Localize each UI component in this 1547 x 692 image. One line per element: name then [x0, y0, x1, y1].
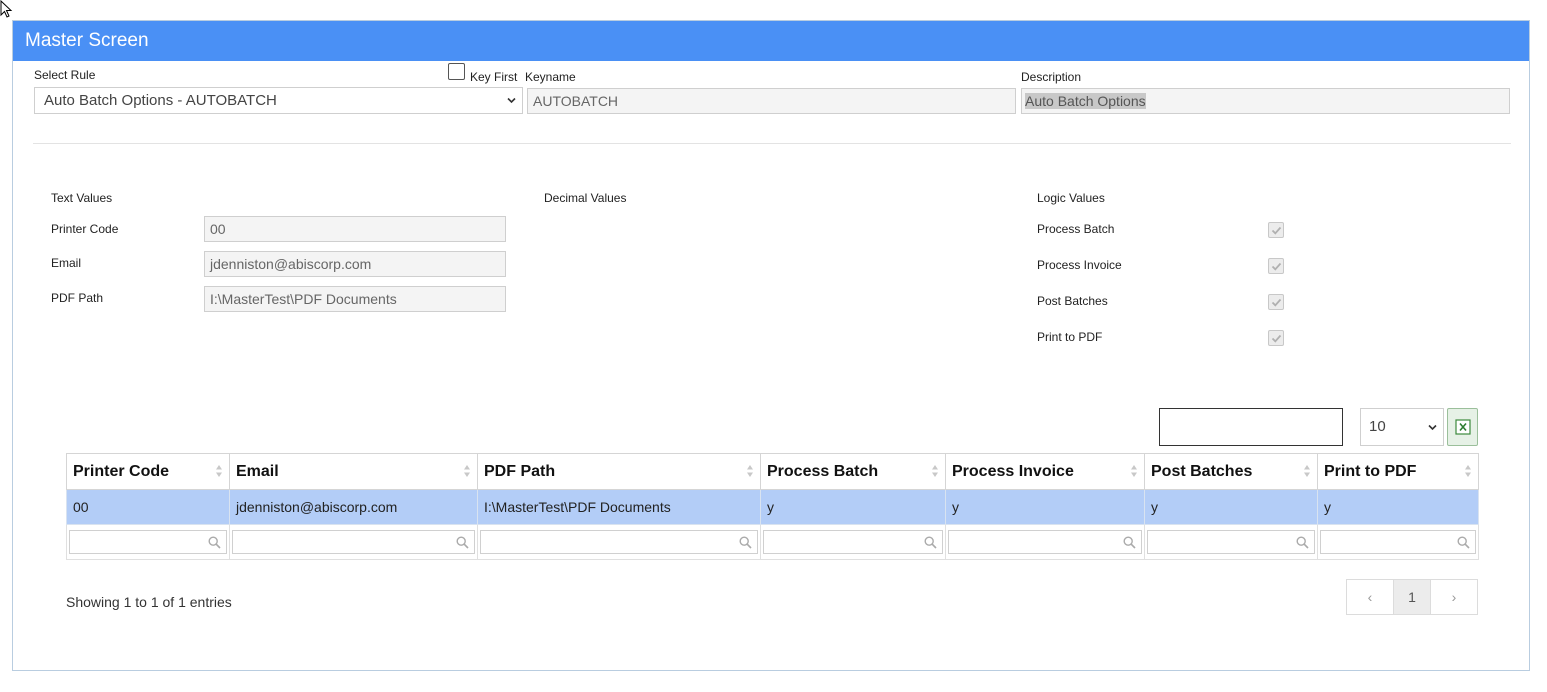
pdf-path-field[interactable]: I:\MasterTest\PDF Documents — [204, 286, 506, 312]
column-filter-input[interactable] — [480, 530, 758, 554]
email-label: Email — [51, 256, 82, 270]
column-header-pdf-path[interactable]: PDF Path — [477, 453, 761, 490]
pagination-next-button[interactable]: › — [1431, 580, 1477, 614]
checkmark-icon — [1271, 262, 1282, 271]
select-rule-label: Select Rule — [34, 68, 96, 82]
divider — [33, 143, 1511, 144]
print-to-pdf-checkbox[interactable] — [1268, 330, 1284, 346]
filter-row — [66, 524, 1479, 560]
key-first-label: Key First — [470, 70, 518, 84]
table-cell: y — [760, 489, 946, 525]
table-cell: y — [1317, 489, 1479, 525]
excel-icon — [1455, 419, 1471, 435]
chevron-down-icon — [507, 97, 516, 104]
sort-icon — [216, 465, 222, 477]
process-batch-checkbox[interactable] — [1268, 222, 1284, 238]
post-batches-checkbox[interactable] — [1268, 294, 1284, 310]
column-header-print-to-pdf[interactable]: Print to PDF — [1317, 453, 1479, 490]
cursor-arrow-icon — [0, 0, 13, 18]
table-header-row: Printer Code Email PDF Path Process Batc… — [66, 453, 1479, 490]
decimal-values-label: Decimal Values — [544, 191, 627, 205]
text-values-label: Text Values — [51, 191, 113, 205]
magnifier-icon — [924, 536, 937, 549]
table-cell: 00 — [66, 489, 230, 525]
keyname-label: Keyname — [525, 70, 576, 84]
column-filter-input[interactable] — [948, 530, 1142, 554]
table-info: Showing 1 to 1 of 1 entries — [66, 594, 232, 610]
column-header-email[interactable]: Email — [229, 453, 478, 490]
table-cell: y — [1144, 489, 1318, 525]
column-filter-input[interactable] — [1147, 530, 1315, 554]
column-filter-input[interactable] — [69, 530, 227, 554]
magnifier-icon — [1457, 536, 1470, 549]
description-field[interactable]: Auto Batch Options — [1021, 88, 1510, 114]
export-excel-button[interactable] — [1447, 408, 1478, 446]
select-rule-dropdown[interactable]: Auto Batch Options - AUTOBATCH — [34, 87, 523, 114]
sort-icon — [932, 465, 938, 477]
sort-icon — [1304, 465, 1310, 477]
pagination: ‹ 1 › — [1346, 579, 1478, 615]
page-length-select[interactable]: 10 — [1360, 408, 1444, 446]
master-screen-panel: Master Screen Select Rule Auto Batch Opt… — [12, 20, 1530, 671]
sort-icon — [1465, 465, 1471, 477]
column-header-post-batches[interactable]: Post Batches — [1144, 453, 1318, 490]
pagination-page-1[interactable]: 1 — [1393, 580, 1431, 614]
rules-table: Printer Code Email PDF Path Process Batc… — [66, 453, 1479, 560]
column-header-process-invoice[interactable]: Process Invoice — [945, 453, 1145, 490]
checkmark-icon — [1271, 226, 1282, 235]
process-batch-label: Process Batch — [1037, 222, 1115, 236]
table-cell: I:\MasterTest\PDF Documents — [477, 489, 761, 525]
printer-code-label: Printer Code — [51, 222, 119, 236]
process-invoice-label: Process Invoice — [1037, 258, 1122, 272]
sort-icon — [1131, 465, 1137, 477]
magnifier-icon — [208, 536, 221, 549]
table-row[interactable]: 00 jdenniston@abiscorp.com I:\MasterTest… — [66, 489, 1479, 525]
magnifier-icon — [1296, 536, 1309, 549]
column-filter-input[interactable] — [763, 530, 943, 554]
logic-values-label: Logic Values — [1037, 191, 1105, 205]
panel-title: Master Screen — [13, 21, 1529, 61]
magnifier-icon — [456, 536, 469, 549]
process-invoice-checkbox[interactable] — [1268, 258, 1284, 274]
table-search-input[interactable] — [1159, 408, 1343, 446]
description-value: Auto Batch Options — [1025, 93, 1146, 109]
magnifier-icon — [739, 536, 752, 549]
description-label: Description — [1021, 70, 1082, 84]
sort-icon — [464, 465, 470, 477]
table-cell: jdenniston@abiscorp.com — [229, 489, 478, 525]
select-rule-value: Auto Batch Options - AUTOBATCH — [44, 92, 277, 109]
column-filter-input[interactable] — [1320, 530, 1476, 554]
checkmark-icon — [1271, 334, 1282, 343]
column-filter-input[interactable] — [232, 530, 475, 554]
page-length-value: 10 — [1369, 418, 1386, 435]
print-to-pdf-label: Print to PDF — [1037, 330, 1103, 344]
chevron-down-icon — [1428, 424, 1437, 431]
printer-code-field[interactable]: 00 — [204, 216, 506, 242]
table-cell: y — [945, 489, 1145, 525]
pdf-path-label: PDF Path — [51, 291, 104, 305]
checkmark-icon — [1271, 298, 1282, 307]
post-batches-label: Post Batches — [1037, 294, 1108, 308]
key-first-checkbox[interactable] — [448, 63, 465, 80]
column-header-printer-code[interactable]: Printer Code — [66, 453, 230, 490]
pagination-previous-button[interactable]: ‹ — [1347, 580, 1393, 614]
email-field[interactable]: jdenniston@abiscorp.com — [204, 251, 506, 277]
magnifier-icon — [1123, 536, 1136, 549]
column-header-process-batch[interactable]: Process Batch — [760, 453, 946, 490]
keyname-field[interactable]: AUTOBATCH — [527, 88, 1016, 114]
sort-icon — [747, 465, 753, 477]
